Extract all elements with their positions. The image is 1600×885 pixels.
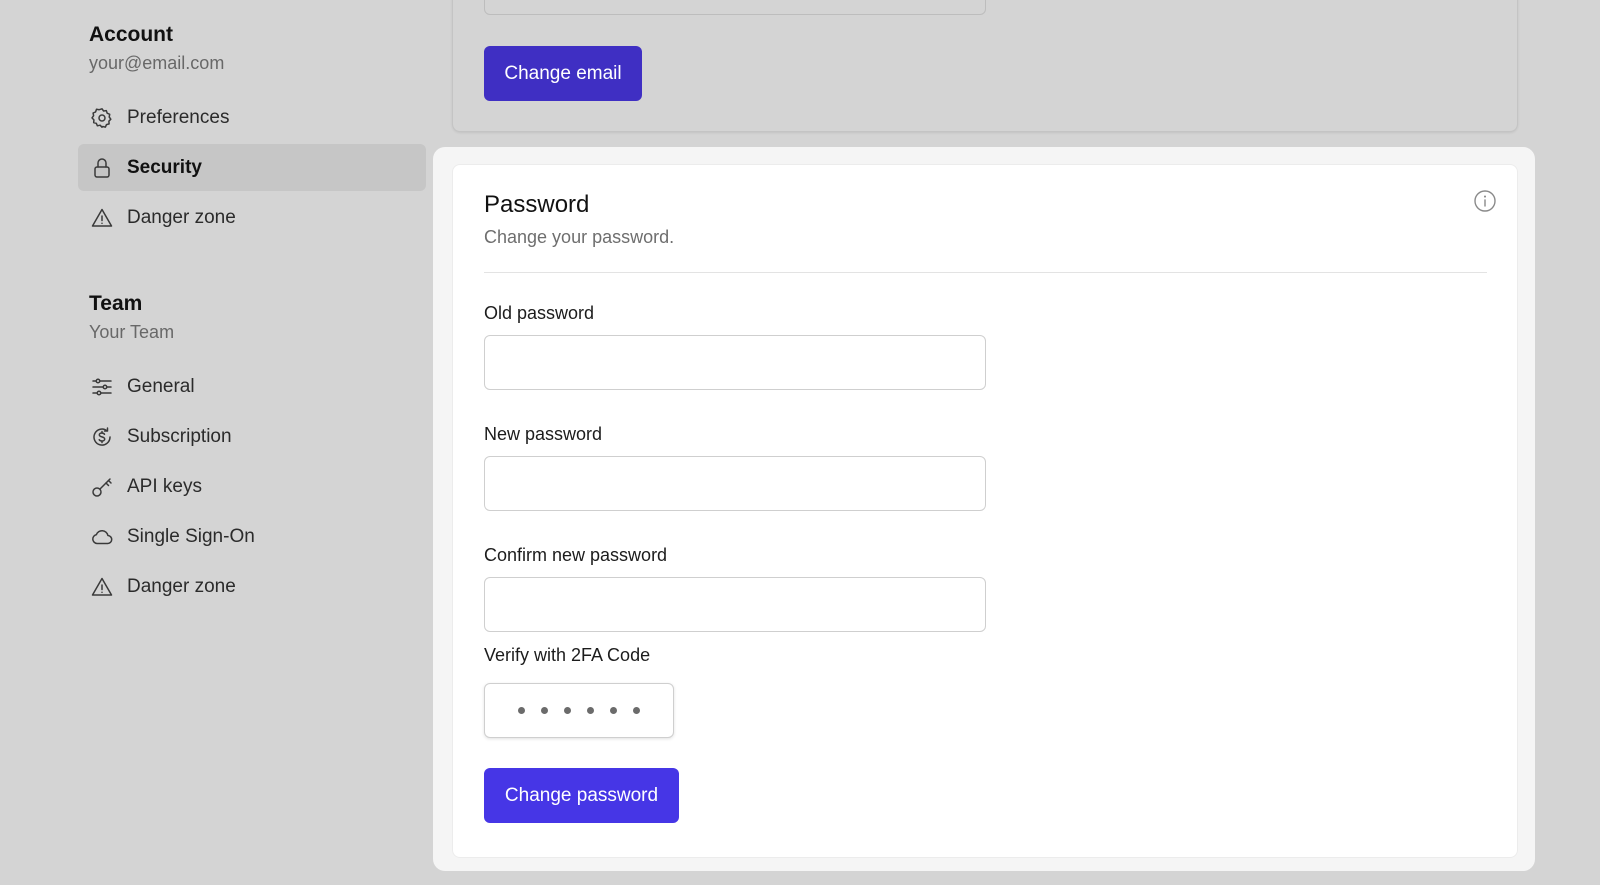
dollar-cycle-icon xyxy=(89,424,115,450)
sidebar-item-team-danger-zone[interactable]: Danger zone xyxy=(78,563,426,610)
sliders-icon xyxy=(89,374,115,400)
twofa-digit-placeholder xyxy=(610,707,617,714)
password-section-highlight: Password Change your password. Old passw… xyxy=(433,147,1535,871)
settings-sidebar: Account your@email.com Preferences Secur… xyxy=(78,18,426,613)
change-password-button[interactable]: Change password xyxy=(484,768,679,823)
confirm-password-label: Confirm new password xyxy=(484,545,668,565)
twofa-code-input[interactable] xyxy=(484,683,674,738)
twofa-digit-placeholder xyxy=(518,707,525,714)
old-password-input[interactable] xyxy=(484,335,986,390)
sidebar-item-danger-zone[interactable]: Danger zone xyxy=(78,194,426,241)
sidebar-item-general[interactable]: General xyxy=(78,363,426,410)
cloud-icon xyxy=(89,524,115,550)
team-group-header: Team Your Team xyxy=(78,287,426,343)
warning-icon xyxy=(89,205,115,231)
confirm-password-input[interactable] xyxy=(484,577,986,632)
twofa-digit-placeholder xyxy=(633,707,640,714)
sidebar-item-api-keys[interactable]: API keys xyxy=(78,463,426,510)
account-group-header: Account your@email.com xyxy=(78,18,426,74)
email-card: Change email xyxy=(452,0,1518,132)
sidebar-item-subscription[interactable]: Subscription xyxy=(78,413,426,460)
twofa-digit-placeholder xyxy=(541,707,548,714)
twofa-digit-placeholder xyxy=(564,707,571,714)
team-nav: General Subscription API keys Single Sig… xyxy=(78,363,426,610)
sidebar-item-label: Security xyxy=(127,156,202,178)
account-email: your@email.com xyxy=(89,53,225,73)
sidebar-item-label: Danger zone xyxy=(127,206,236,228)
old-password-label: Old password xyxy=(484,303,595,323)
twofa-label: Verify with 2FA Code xyxy=(484,645,651,665)
new-password-label: New password xyxy=(484,424,603,444)
password-card-description: Change your password. xyxy=(484,227,675,247)
warning-icon xyxy=(89,574,115,600)
team-title: Team xyxy=(89,292,143,315)
twofa-digit-placeholder xyxy=(587,707,594,714)
account-title: Account xyxy=(89,23,173,46)
sidebar-item-label: Subscription xyxy=(127,425,232,447)
sidebar-item-label: General xyxy=(127,375,195,397)
sidebar-item-label: Preferences xyxy=(127,106,230,128)
info-icon[interactable] xyxy=(1473,189,1497,213)
account-nav: Preferences Security Danger zone xyxy=(78,94,426,241)
password-card-title: Password xyxy=(484,191,590,218)
sidebar-item-security[interactable]: Security xyxy=(78,144,426,191)
sidebar-item-preferences[interactable]: Preferences xyxy=(78,94,426,141)
email-input[interactable] xyxy=(484,0,986,15)
key-icon xyxy=(89,474,115,500)
team-name: Your Team xyxy=(89,322,175,342)
sidebar-item-label: API keys xyxy=(127,475,202,497)
sidebar-item-label: Single Sign-On xyxy=(127,525,255,547)
change-email-button[interactable]: Change email xyxy=(484,46,642,101)
sidebar-item-label: Danger zone xyxy=(127,575,236,597)
sidebar-item-single-sign-on[interactable]: Single Sign-On xyxy=(78,513,426,560)
new-password-input[interactable] xyxy=(484,456,986,511)
lock-icon xyxy=(89,155,115,181)
password-card: Password Change your password. Old passw… xyxy=(452,164,1518,858)
divider xyxy=(484,272,1487,273)
gear-icon xyxy=(89,105,115,131)
